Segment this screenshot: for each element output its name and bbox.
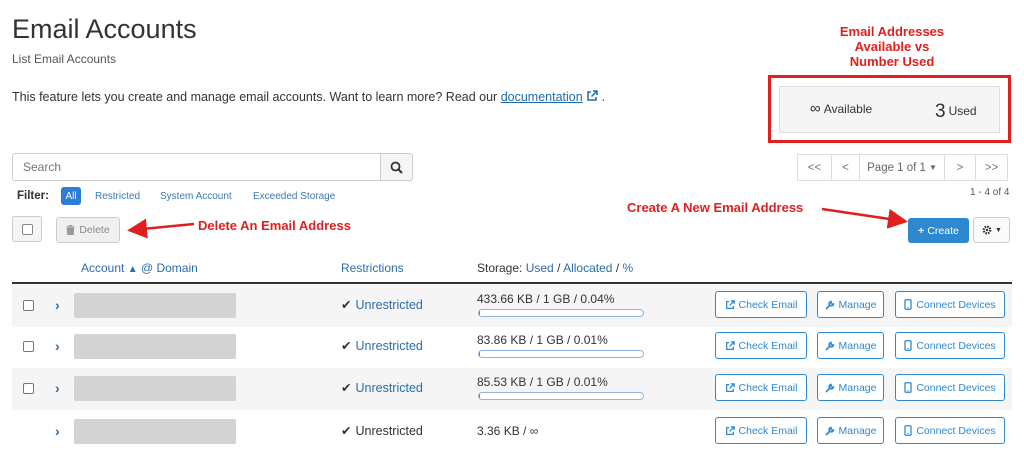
- connect-devices-button[interactable]: Connect Devices: [895, 332, 1005, 359]
- row-checkbox[interactable]: [23, 383, 34, 394]
- wrench-icon: [824, 426, 834, 436]
- row-storage: 83.86 KB / 1 GB / 0.01%: [477, 333, 608, 347]
- connect-devices-label: Connect Devices: [916, 424, 996, 437]
- storage-usage-fill: [479, 310, 481, 316]
- sort-percent[interactable]: %: [623, 261, 634, 275]
- storage-sep-1: /: [557, 261, 561, 275]
- column-restrictions[interactable]: Restrictions: [341, 261, 404, 275]
- table-row: › ✔ Unrestricted 83.86 KB / 1 GB / 0.01% Che…: [12, 326, 1012, 368]
- expand-chevron-icon[interactable]: ›: [55, 338, 60, 354]
- row-storage: 85.53 KB / 1 GB / 0.01%: [477, 375, 608, 389]
- check-email-label: Check Email: [738, 298, 798, 311]
- manage-label: Manage: [838, 298, 877, 311]
- manage-button[interactable]: Manage: [817, 417, 884, 444]
- column-account-domain[interactable]: Account ▲ @ Domain: [81, 261, 198, 275]
- connect-devices-button[interactable]: Connect Devices: [895, 291, 1005, 318]
- connect-devices-label: Connect Devices: [916, 339, 996, 352]
- external-link-icon: [725, 425, 735, 435]
- row-checkbox[interactable]: [23, 300, 34, 311]
- table-row: › ✔ Unrestricted 85.53 KB / 1 GB / 0.01% Che…: [12, 368, 1012, 410]
- manage-label: Manage: [838, 339, 877, 352]
- table-row: › ✔ Unrestricted 433.66 KB / 1 GB / 0.04% Ch…: [12, 285, 1012, 327]
- row-restriction[interactable]: ✔ Unrestricted: [341, 297, 423, 312]
- wrench-icon: [824, 300, 834, 310]
- row-restriction-label: Unrestricted: [355, 424, 423, 438]
- check-email-button[interactable]: Check Email: [715, 374, 807, 401]
- check-icon: ✔: [341, 381, 352, 395]
- storage-usage-bar: [478, 392, 644, 400]
- arrow-to-delete: [127, 218, 195, 239]
- storage-label: Storage:: [477, 261, 523, 275]
- check-icon: ✔: [341, 339, 352, 353]
- manage-button[interactable]: Manage: [817, 332, 884, 359]
- external-link-icon: [725, 299, 735, 309]
- expand-chevron-icon[interactable]: ›: [55, 423, 60, 439]
- check-email-button[interactable]: Check Email: [715, 417, 807, 444]
- row-restriction[interactable]: ✔ Unrestricted: [341, 338, 423, 353]
- table-header-border: [12, 282, 1012, 284]
- row-restriction-label: Unrestricted: [355, 381, 423, 395]
- manage-label: Manage: [838, 424, 877, 437]
- storage-sep-2: /: [615, 261, 620, 275]
- storage-usage-bar: [478, 350, 644, 358]
- storage-usage-bar: [478, 309, 644, 317]
- sort-used[interactable]: Used: [526, 261, 554, 275]
- expand-chevron-icon[interactable]: ›: [55, 380, 60, 396]
- external-link-icon: [725, 382, 735, 392]
- table-row: › ✔ Unrestricted 3.36 KB / ∞ Check Email Mana…: [12, 411, 1012, 453]
- check-email-button[interactable]: Check Email: [715, 332, 807, 359]
- row-storage: 433.66 KB / 1 GB / 0.04%: [477, 292, 615, 306]
- wrench-icon: [824, 383, 834, 393]
- storage-usage-fill: [479, 393, 481, 399]
- manage-button[interactable]: Manage: [817, 291, 884, 318]
- storage-usage-fill: [479, 351, 481, 357]
- row-restriction[interactable]: ✔ Unrestricted: [341, 380, 423, 395]
- row-restriction-label: Unrestricted: [355, 339, 423, 353]
- wrench-icon: [824, 341, 834, 351]
- arrow-to-create: [821, 207, 908, 229]
- external-link-icon: [725, 340, 735, 350]
- check-email-label: Check Email: [738, 424, 798, 437]
- account-name-redacted: [74, 419, 236, 444]
- connect-devices-label: Connect Devices: [916, 381, 996, 394]
- column-domain[interactable]: @ Domain: [141, 261, 198, 275]
- check-email-button[interactable]: Check Email: [715, 291, 807, 318]
- sort-allocated[interactable]: Allocated: [563, 261, 612, 275]
- account-name-redacted: [74, 293, 236, 318]
- account-name-redacted: [74, 376, 236, 401]
- connect-devices-button[interactable]: Connect Devices: [895, 417, 1005, 444]
- check-email-label: Check Email: [738, 381, 798, 394]
- connect-devices-label: Connect Devices: [916, 298, 996, 311]
- check-icon: ✔: [341, 424, 352, 438]
- column-account[interactable]: Account: [81, 261, 124, 275]
- manage-label: Manage: [838, 381, 877, 394]
- mobile-device-icon: [904, 425, 912, 436]
- sort-asc-icon: ▲: [127, 264, 138, 275]
- check-icon: ✔: [341, 298, 352, 312]
- mobile-device-icon: [904, 340, 912, 351]
- row-restriction-label: Unrestricted: [355, 298, 423, 312]
- check-email-label: Check Email: [738, 339, 798, 352]
- mobile-device-icon: [904, 299, 912, 310]
- row-checkbox[interactable]: [23, 341, 34, 352]
- mobile-device-icon: [904, 382, 912, 393]
- account-name-redacted: [74, 334, 236, 359]
- row-storage: 3.36 KB / ∞: [477, 424, 539, 438]
- column-storage: Storage: Used / Allocated / %: [477, 261, 633, 275]
- row-restriction: ✔ Unrestricted: [341, 423, 423, 438]
- connect-devices-button[interactable]: Connect Devices: [895, 374, 1005, 401]
- expand-chevron-icon[interactable]: ›: [55, 297, 60, 313]
- manage-button[interactable]: Manage: [817, 374, 884, 401]
